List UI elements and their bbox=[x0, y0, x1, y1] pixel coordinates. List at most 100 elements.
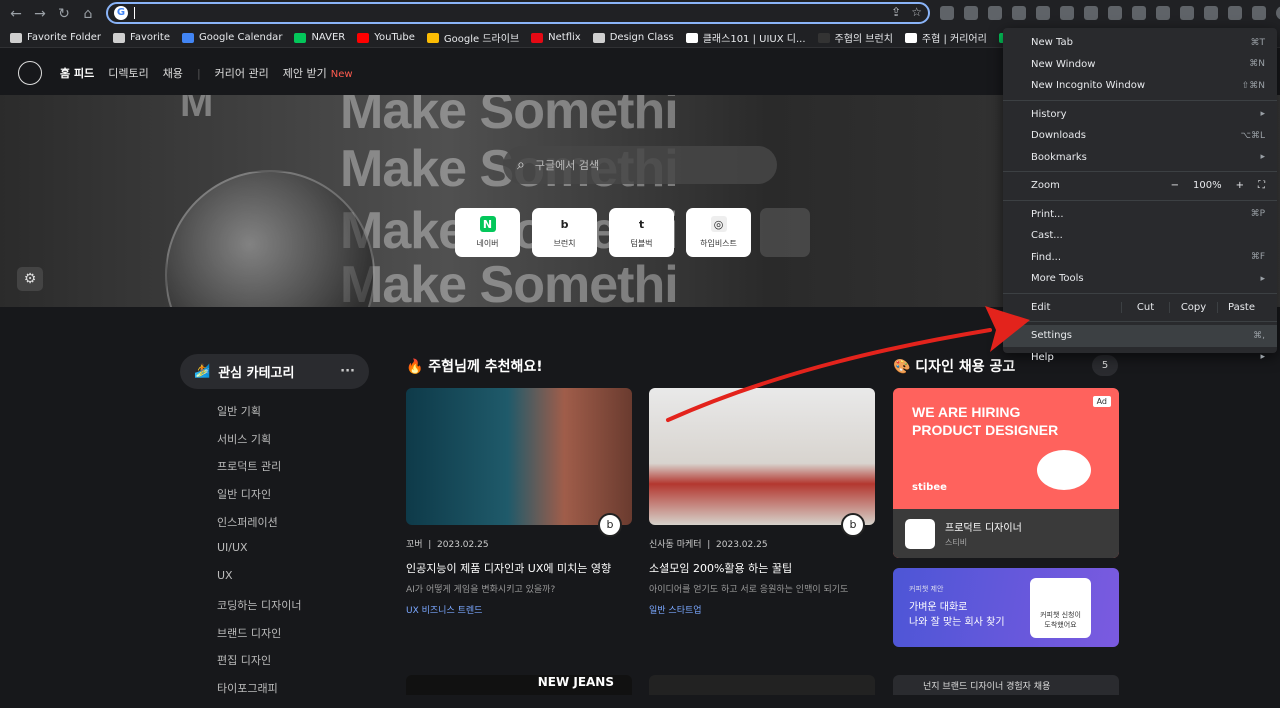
nav-career[interactable]: 커리어 관리 bbox=[215, 65, 269, 81]
shortcut-tiles: N 네이버 b 브런치 t 텀블벅 ◎ 하입비스트 bbox=[455, 208, 751, 257]
menu-item-new-window[interactable]: New Window ⌘N bbox=[1003, 54, 1277, 76]
bookmark-item[interactable]: Google 드라이브 bbox=[426, 30, 519, 45]
extension-icon[interactable] bbox=[1012, 6, 1026, 20]
extension-icon[interactable] bbox=[1060, 6, 1074, 20]
extension-icon[interactable] bbox=[988, 6, 1002, 20]
site-logo[interactable] bbox=[18, 61, 42, 85]
menu-item-bookmarks[interactable]: Bookmarks ▸ bbox=[1003, 147, 1277, 169]
paste-button[interactable]: Paste bbox=[1217, 301, 1265, 313]
back-button[interactable]: ← bbox=[4, 2, 28, 26]
shortcut-tile[interactable]: ◎ 하입비스트 bbox=[686, 208, 751, 257]
menu-item-print[interactable]: Print... ⌘P bbox=[1003, 204, 1277, 226]
menu-item-cast[interactable]: Cast... bbox=[1003, 225, 1277, 247]
extension-icon[interactable] bbox=[1156, 6, 1170, 20]
bookmark-item[interactable]: YouTube bbox=[357, 32, 415, 43]
fullscreen-icon[interactable]: ⛶ bbox=[1258, 180, 1265, 191]
menu-item-new-tab[interactable]: New Tab ⌘T bbox=[1003, 32, 1277, 54]
menu-item-help[interactable]: Help ▸ bbox=[1003, 347, 1277, 369]
extension-icon[interactable] bbox=[1180, 6, 1194, 20]
home-button[interactable]: ⌂ bbox=[76, 2, 100, 26]
job-company: 스티비 bbox=[945, 538, 968, 547]
extension-icon[interactable] bbox=[964, 6, 978, 20]
menu-item-new-incognito-window[interactable]: New Incognito Window ⇧⌘N bbox=[1003, 75, 1277, 97]
article-tags[interactable]: UX 비즈니스 트렌드 bbox=[406, 603, 632, 616]
share-icon[interactable]: ⇪ bbox=[891, 5, 901, 19]
extension-icon[interactable] bbox=[1204, 6, 1218, 20]
hero-text: Make Somethi bbox=[340, 256, 679, 307]
nav-home-feed[interactable]: 홈 피드 bbox=[60, 65, 94, 81]
article-title[interactable]: 인공지능이 제품 디자인과 UX에 미치는 영향 bbox=[406, 560, 632, 576]
bookmark-icon bbox=[817, 32, 830, 43]
extension-icon[interactable] bbox=[1132, 6, 1146, 20]
category-header[interactable]: 🏄 관심 카테고리 ··· bbox=[180, 354, 369, 389]
menu-item-label: History bbox=[1031, 108, 1067, 120]
shortcut-tile[interactable]: t 텀블벅 bbox=[609, 208, 674, 257]
article-title[interactable]: 소셜모임 200%활용 하는 꿀팁 bbox=[649, 560, 875, 576]
article-card-peek[interactable]: NEW JEANS bbox=[406, 675, 632, 695]
bookmark-item[interactable]: Design Class bbox=[592, 32, 674, 43]
bookmark-item[interactable]: NAVER bbox=[294, 32, 345, 43]
category-item[interactable]: 코딩하는 디자이너 bbox=[217, 597, 301, 625]
bookmark-item[interactable]: Favorite bbox=[113, 32, 170, 43]
menu-item-find[interactable]: Find... ⌘F bbox=[1003, 247, 1277, 269]
menu-item-downloads[interactable]: Downloads ⌥⌘L bbox=[1003, 125, 1277, 147]
bookmark-item[interactable]: Google Calendar bbox=[182, 32, 282, 43]
extension-icon[interactable] bbox=[1108, 6, 1122, 20]
bookmark-item[interactable]: 주협 | 커리어리 bbox=[904, 30, 987, 45]
reload-button[interactable]: ↻ bbox=[52, 2, 76, 26]
category-item[interactable]: UI/UX bbox=[217, 541, 301, 569]
extension-icon[interactable] bbox=[940, 6, 954, 20]
category-item[interactable]: UX bbox=[217, 569, 301, 597]
star-icon[interactable]: ☆ bbox=[911, 5, 922, 19]
category-item[interactable]: 타이포그래피 bbox=[217, 680, 301, 708]
menu-item-history[interactable]: History ▸ bbox=[1003, 104, 1277, 126]
category-item[interactable]: 일반 디자인 bbox=[217, 486, 301, 514]
gear-icon[interactable]: ⚙ bbox=[17, 267, 43, 291]
menu-item-edit[interactable]: Edit Cut Copy Paste bbox=[1003, 297, 1277, 319]
bookmark-label: 주협 | 커리어리 bbox=[921, 34, 987, 45]
menu-item-more-tools[interactable]: More Tools ▸ bbox=[1003, 268, 1277, 290]
category-item[interactable]: 인스퍼레이션 bbox=[217, 514, 301, 542]
zoom-out-button[interactable]: − bbox=[1171, 180, 1179, 191]
bookmark-item[interactable]: Favorite Folder bbox=[10, 32, 101, 43]
bookmark-label: Design Class bbox=[609, 32, 674, 43]
nav-offers[interactable]: 제안 받기 New bbox=[283, 65, 353, 81]
article-card[interactable]: b 꼬버 | 2023.02.25 인공지능이 제품 디자인과 UX에 미치는 … bbox=[406, 388, 632, 616]
google-search-input[interactable]: ⌕ 구글에서 검색 bbox=[503, 146, 777, 184]
menu-item-settings[interactable]: Settings ⌘, bbox=[1003, 325, 1277, 347]
zoom-in-button[interactable]: + bbox=[1236, 180, 1244, 191]
category-item[interactable]: 프로덕트 관리 bbox=[217, 458, 301, 486]
address-bar[interactable]: G ⇪ ☆ bbox=[106, 2, 930, 24]
bookmark-item[interactable]: Netflix bbox=[531, 32, 581, 43]
job-ad-card[interactable]: WE ARE HIRING PRODUCT DESIGNER Ad stibee … bbox=[893, 388, 1119, 558]
category-item[interactable]: 편집 디자인 bbox=[217, 652, 301, 680]
bookmark-item[interactable]: 주협의 브런치 bbox=[817, 30, 893, 45]
puzzle-icon[interactable] bbox=[1228, 6, 1242, 20]
category-item[interactable]: 서비스 기획 bbox=[217, 431, 301, 459]
shortcut-tile[interactable]: b 브런치 bbox=[532, 208, 597, 257]
job-peek[interactable]: 넌지 브랜드 디자이너 경험자 채용 bbox=[893, 675, 1119, 695]
profile-icon[interactable] bbox=[1276, 6, 1280, 20]
shortcut-tile[interactable]: N 네이버 bbox=[455, 208, 520, 257]
bookmark-item[interactable]: 클래스101 | UIUX 디... bbox=[685, 30, 806, 45]
article-card-peek[interactable] bbox=[649, 675, 875, 695]
article-card[interactable]: b 신사동 마케터 | 2023.02.25 소셜모임 200%활용 하는 꿀팁… bbox=[649, 388, 875, 616]
nav-directory[interactable]: 디렉토리 bbox=[108, 65, 148, 81]
sidepanel-icon[interactable] bbox=[1252, 6, 1266, 20]
menu-separator bbox=[1003, 99, 1277, 101]
extension-icon[interactable] bbox=[1036, 6, 1050, 20]
menu-shortcut: ⌘, bbox=[1253, 330, 1265, 341]
category-item[interactable]: 일반 기획 bbox=[217, 403, 301, 431]
nav-jobs[interactable]: 채용 bbox=[163, 65, 183, 81]
category-item[interactable]: 브랜드 디자인 bbox=[217, 625, 301, 653]
extension-icon[interactable] bbox=[1084, 6, 1098, 20]
shortcut-icon: N bbox=[479, 216, 496, 232]
more-icon[interactable]: ··· bbox=[340, 364, 355, 379]
copy-button[interactable]: Copy bbox=[1169, 301, 1217, 313]
coffeechat-banner[interactable]: 커피챗 제안 가벼운 대화로 나와 잘 맞는 회사 찾기 커피챗 신청이 도착했어요 bbox=[893, 568, 1119, 647]
forward-button[interactable]: → bbox=[28, 2, 52, 26]
cut-button[interactable]: Cut bbox=[1121, 301, 1169, 313]
article-tags[interactable]: 일반 스타트업 bbox=[649, 603, 875, 616]
menu-item-zoom[interactable]: Zoom − 100% + ⛶ bbox=[1003, 175, 1277, 197]
search-placeholder: 구글에서 검색 bbox=[534, 159, 600, 172]
